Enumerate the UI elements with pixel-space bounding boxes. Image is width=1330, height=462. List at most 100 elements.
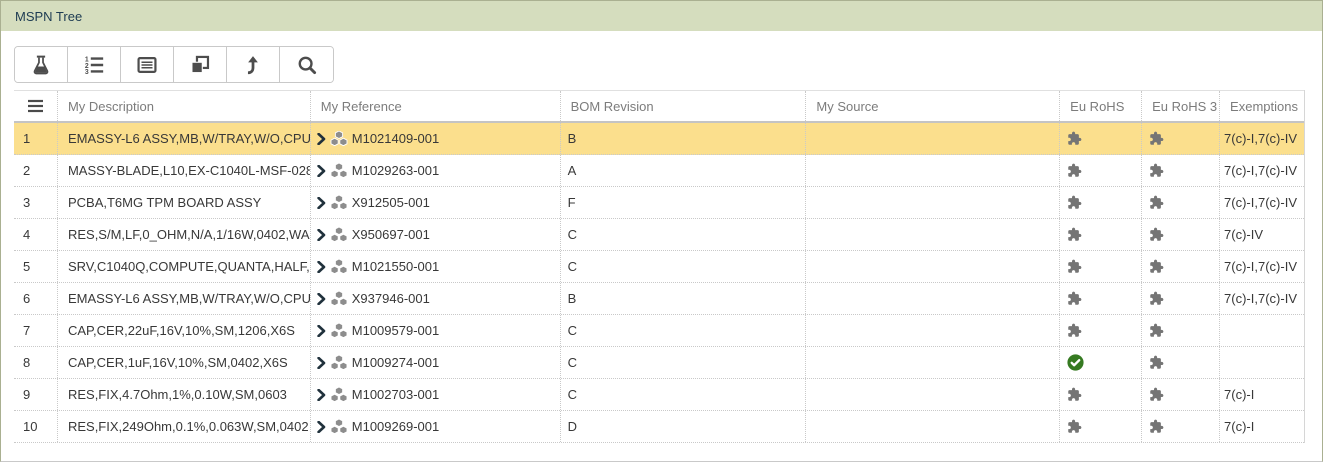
expand-chevron-icon[interactable] — [317, 421, 326, 433]
row-number-cell: 6 — [14, 283, 57, 314]
table-row[interactable]: 7 CAP,CER,22uF,16V,10%,SM,1206,X6S M1009… — [14, 315, 1304, 347]
bom-revision-cell: C — [560, 251, 806, 282]
puzzle-icon — [1149, 163, 1164, 178]
puzzle-icon — [1149, 387, 1164, 402]
expand-chevron-icon[interactable] — [317, 389, 326, 401]
search-button[interactable] — [280, 47, 333, 82]
search-icon — [296, 54, 318, 76]
eu-rohs-3-cell — [1141, 379, 1219, 410]
expand-chevron-icon[interactable] — [317, 229, 326, 241]
toolbar: 123 — [14, 46, 1322, 83]
column-header-my-reference[interactable]: My Reference — [310, 91, 560, 121]
my-source-cell — [805, 219, 1059, 250]
move-up-button[interactable] — [227, 47, 280, 82]
column-header-eu-rohs[interactable]: Eu RoHS — [1059, 91, 1141, 121]
exemptions-cell: 7(c)-I,7(c)-IV — [1219, 155, 1304, 186]
puzzle-icon — [1149, 323, 1164, 338]
expand-chevron-icon[interactable] — [317, 261, 326, 273]
eu-rohs-cell — [1059, 187, 1141, 218]
panel-titlebar: MSPN Tree — [1, 1, 1322, 31]
table-row[interactable]: 3 PCBA,T6MG TPM BOARD ASSY X912505-001 F — [14, 187, 1304, 219]
table-row[interactable]: 1 EMASSY-L6 ASSY,MB,W/TRAY,W/O,CPU,ASSY-… — [14, 123, 1304, 155]
eu-rohs-cell — [1059, 155, 1141, 186]
puzzle-icon — [1149, 227, 1164, 242]
puzzle-icon — [1149, 355, 1164, 370]
reference-text: X912505-001 — [352, 195, 430, 210]
hamburger-icon — [27, 99, 44, 113]
my-source-cell — [805, 251, 1059, 282]
row-number-cell: 3 — [14, 187, 57, 218]
puzzle-icon — [1067, 131, 1082, 146]
eu-rohs-3-cell — [1141, 347, 1219, 378]
row-menu-header[interactable] — [14, 91, 57, 121]
expand-chevron-icon[interactable] — [317, 197, 326, 209]
assembly-cubes-icon — [330, 323, 348, 338]
assembly-cubes-icon — [330, 419, 348, 434]
my-source-cell — [805, 379, 1059, 410]
numbered-list-button[interactable]: 123 — [68, 47, 121, 82]
row-number-cell: 9 — [14, 379, 57, 410]
reference-text: M1021550-001 — [352, 259, 439, 274]
table-row[interactable]: 5 SRV,C1040Q,COMPUTE,QUANTA,HALF,Q3FY18 … — [14, 251, 1304, 283]
puzzle-icon — [1149, 419, 1164, 434]
table-row[interactable]: 6 EMASSY-L6 ASSY,MB,W/TRAY,W/O,CPU,ASSY-… — [14, 283, 1304, 315]
bom-revision-cell: D — [560, 411, 806, 442]
row-number-cell: 8 — [14, 347, 57, 378]
expand-chevron-icon[interactable] — [317, 325, 326, 337]
row-number-cell: 2 — [14, 155, 57, 186]
reference-text: M1002703-001 — [352, 387, 439, 402]
copy-button[interactable] — [174, 47, 227, 82]
column-header-my-source[interactable]: My Source — [805, 91, 1059, 121]
table-body: 1 EMASSY-L6 ASSY,MB,W/TRAY,W/O,CPU,ASSY-… — [14, 123, 1304, 443]
expand-chevron-icon[interactable] — [317, 357, 326, 369]
flask-icon — [30, 54, 52, 76]
mspn-tree-panel: MSPN Tree — [0, 0, 1323, 462]
bom-revision-cell: B — [560, 283, 806, 314]
mspn-tree-screen: MSPN Tree — [0, 0, 1330, 462]
description-cell: CAP,CER,22uF,16V,10%,SM,1206,X6S — [57, 315, 310, 346]
assembly-cubes-icon — [330, 227, 348, 242]
eu-rohs-cell — [1059, 315, 1141, 346]
toolbar-button-group: 123 — [14, 46, 334, 83]
exemptions-cell: 7(c)-I,7(c)-IV — [1219, 187, 1304, 218]
exemptions-cell: 7(c)-I,7(c)-IV — [1219, 251, 1304, 282]
exemptions-cell: 7(c)-IV — [1219, 219, 1304, 250]
expand-chevron-icon[interactable] — [317, 293, 326, 305]
exemptions-cell: 7(c)-I,7(c)-IV — [1219, 283, 1304, 314]
list-view-button[interactable] — [121, 47, 174, 82]
table-row[interactable]: 10 RES,FIX,249Ohm,0.1%,0.063W,SM,0402 M1… — [14, 411, 1304, 443]
bom-revision-cell: C — [560, 379, 806, 410]
puzzle-icon — [1067, 259, 1082, 274]
table-row[interactable]: 2 MASSY-BLADE,L10,EX-C1040L-MSF-028441-6… — [14, 155, 1304, 187]
my-source-cell — [805, 283, 1059, 314]
expand-chevron-icon[interactable] — [317, 165, 326, 177]
description-cell: PCBA,T6MG TPM BOARD ASSY — [57, 187, 310, 218]
row-number-cell: 1 — [14, 123, 57, 154]
eu-rohs-cell — [1059, 379, 1141, 410]
row-number-cell: 10 — [14, 411, 57, 442]
puzzle-icon — [1067, 323, 1082, 338]
column-header-eu-rohs-3[interactable]: Eu RoHS 3 — [1141, 91, 1219, 121]
table-row[interactable]: 9 RES,FIX,4.7Ohm,1%,0.10W,SM,0603 M10027… — [14, 379, 1304, 411]
table-row[interactable]: 4 RES,S/M,LF,0_OHM,N/A,1/16W,0402,WALSIN… — [14, 219, 1304, 251]
eu-rohs-cell — [1059, 123, 1141, 154]
assembly-cubes-icon — [330, 355, 348, 370]
my-source-cell — [805, 411, 1059, 442]
panel-title: MSPN Tree — [15, 9, 82, 24]
column-header-bom-revision[interactable]: BOM Revision — [560, 91, 806, 121]
description-cell: EMASSY-L6 ASSY,MB,W/TRAY,W/O,CPU,ASSY- — [57, 283, 310, 314]
column-header-my-description[interactable]: My Description — [57, 91, 310, 121]
column-header-exemptions[interactable]: Exemptions — [1219, 91, 1304, 121]
reference-cell: M1002703-001 — [310, 379, 560, 410]
flask-button[interactable] — [15, 47, 68, 82]
reference-cell: X950697-001 — [310, 219, 560, 250]
reference-cell: M1029263-001 — [310, 155, 560, 186]
exemptions-cell: 7(c)-I — [1219, 411, 1304, 442]
expand-chevron-icon[interactable] — [317, 133, 326, 145]
my-source-cell — [805, 187, 1059, 218]
eu-rohs-3-cell — [1141, 283, 1219, 314]
table-row[interactable]: 8 CAP,CER,1uF,16V,10%,SM,0402,X6S M10092… — [14, 347, 1304, 379]
eu-rohs-cell — [1059, 411, 1141, 442]
reference-text: X937946-001 — [352, 291, 430, 306]
eu-rohs-cell — [1059, 251, 1141, 282]
